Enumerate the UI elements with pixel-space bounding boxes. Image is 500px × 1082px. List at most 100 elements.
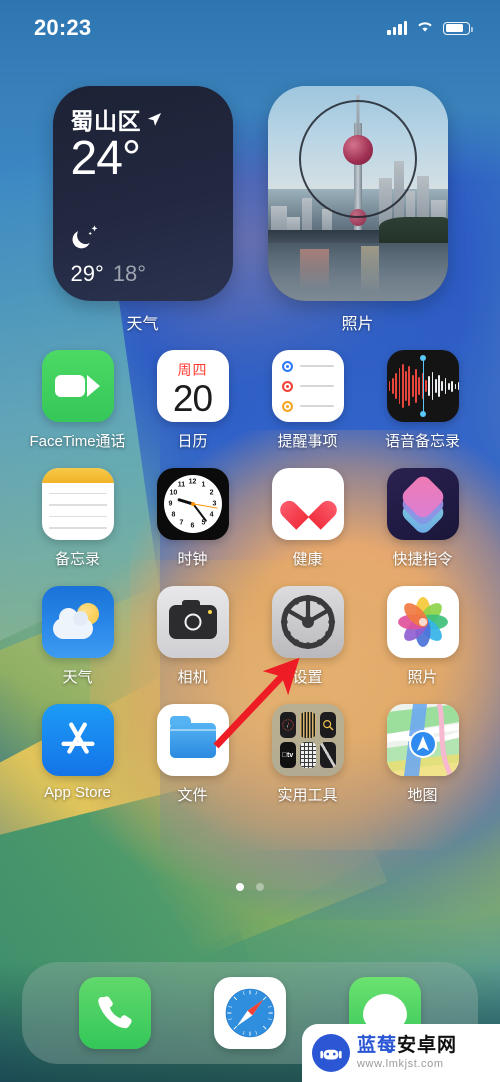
site-watermark: 蓝莓安卓网 www.lmkjst.com (302, 1024, 500, 1082)
stocks-icon (319, 742, 336, 768)
app-grid: FaceTime通话 周四 20 日历 提醒事项 语音备忘录 备忘录 12 1 … (0, 350, 500, 822)
clock-numeral: 2 (209, 489, 214, 497)
clock-numeral: 10 (169, 489, 178, 497)
app-settings[interactable]: 设置 (250, 586, 365, 687)
calendar-icon[interactable]: 周四 20 (156, 350, 229, 422)
app-maps[interactable]: 地图 (365, 704, 480, 805)
app-row: 备忘录 12 1 2 3 4 5 6 7 8 9 10 11 时钟 健康 快捷指令 (0, 468, 500, 569)
weather-widget-box[interactable]: 蜀山区 24° 29° 18° (52, 86, 233, 301)
app-camera[interactable]: 相机 (135, 586, 250, 687)
app-files[interactable]: 文件 (135, 704, 250, 805)
wifi-icon (416, 19, 434, 38)
page-dot-1[interactable] (236, 883, 244, 891)
clock-numeral: 4 (209, 511, 214, 519)
app-label: 实用工具 (277, 787, 338, 804)
battery-icon (443, 21, 473, 35)
location-arrow-icon (147, 112, 162, 127)
app-label: 提醒事项 (277, 433, 338, 450)
app-store-icon[interactable] (41, 704, 114, 776)
photo-circle-overlay (298, 100, 417, 219)
apple-tv-icon: tv (279, 742, 296, 768)
magnifier-icon (319, 712, 336, 738)
page-indicator-dots[interactable] (0, 883, 500, 891)
clock-icon[interactable]: 12 1 2 3 4 5 6 7 8 9 10 11 (156, 468, 229, 540)
app-label: 设置 (292, 669, 323, 686)
clock-numeral: 12 (188, 478, 197, 486)
page-dot-2[interactable] (256, 883, 264, 891)
app-app-store[interactable]: App Store (20, 704, 135, 805)
app-label: FaceTime通话 (29, 433, 126, 450)
app-row: 天气 相机 设置 照片 (0, 586, 500, 687)
voice-memos-icon[interactable] (386, 350, 459, 422)
shanghai-skyline-photo (267, 86, 448, 301)
app-facetime[interactable]: FaceTime通话 (20, 350, 135, 451)
weather-widget-label: 天气 (126, 316, 159, 333)
status-indicators (387, 19, 473, 38)
app-label: 文件 (177, 787, 208, 804)
app-health[interactable]: 健康 (250, 468, 365, 569)
app-weather[interactable]: 天气 (20, 586, 135, 687)
watermark-url: www.lmkjst.com (357, 1058, 444, 1070)
cellular-signal-icon (387, 21, 407, 35)
maps-icon[interactable] (386, 704, 459, 776)
clock-numeral: 6 (190, 522, 195, 530)
health-icon[interactable] (271, 468, 344, 540)
compass-icon (279, 712, 296, 738)
app-label: 健康 (292, 551, 323, 568)
photos-widget[interactable]: 照片 (267, 86, 448, 334)
android-robot-icon (312, 1034, 350, 1072)
notes-icon[interactable] (41, 468, 114, 540)
calendar-day-of-week: 周四 (177, 361, 208, 378)
weather-icon[interactable] (41, 586, 114, 658)
widget-row: 蜀山区 24° 29° 18° 天气 照片 (0, 86, 500, 334)
app-label: 日历 (177, 433, 208, 450)
app-label: 语音备忘录 (384, 433, 460, 450)
weather-temperature: 24° (70, 132, 142, 185)
clock-numeral: 9 (168, 500, 173, 508)
facetime-icon[interactable] (41, 350, 114, 422)
voice-memos-icon (299, 712, 316, 738)
weather-high-low: 29° 18° (71, 261, 217, 287)
app-label: 备忘录 (54, 551, 100, 568)
reminders-icon[interactable] (271, 350, 344, 422)
app-photos[interactable]: 照片 (365, 586, 480, 687)
app-voice-memos[interactable]: 语音备忘录 (365, 350, 480, 451)
moon-stars-icon (71, 223, 217, 256)
safari-compass-icon[interactable] (213, 977, 286, 1049)
app-clock[interactable]: 12 1 2 3 4 5 6 7 8 9 10 11 时钟 (135, 468, 250, 569)
app-label: 天气 (62, 669, 93, 686)
app-label: 相机 (177, 669, 208, 686)
clock-numeral: 5 (201, 519, 206, 527)
app-utilities-folder[interactable]: tv 实用工具 (250, 704, 365, 805)
clock-numeral: 11 (177, 481, 186, 489)
weather-high: 29° (70, 261, 104, 286)
shortcuts-icon[interactable] (386, 468, 459, 540)
camera-icon[interactable] (156, 586, 229, 658)
status-bar: 20:23 (0, 0, 500, 56)
app-label: 快捷指令 (392, 551, 453, 568)
settings-gear-icon[interactable] (271, 586, 344, 658)
utilities-folder-icon[interactable]: tv (271, 704, 344, 776)
photos-widget-box[interactable] (267, 86, 448, 301)
app-notes[interactable]: 备忘录 (20, 468, 135, 569)
weather-widget[interactable]: 蜀山区 24° 29° 18° 天气 (52, 86, 233, 334)
phone-icon[interactable] (79, 977, 152, 1049)
clock-numeral: 1 (201, 481, 206, 489)
status-time: 20:23 (34, 15, 92, 40)
weather-low: 18° (112, 261, 147, 286)
photos-widget-label: 照片 (341, 316, 374, 333)
app-label: 时钟 (177, 551, 208, 568)
app-row: FaceTime通话 周四 20 日历 提醒事项 语音备忘录 (0, 350, 500, 451)
files-icon[interactable] (156, 704, 229, 776)
calendar-day-number: 20 (172, 377, 213, 419)
photos-icon[interactable] (386, 586, 459, 658)
app-calendar[interactable]: 周四 20 日历 (135, 350, 250, 451)
weather-city: 蜀山区 (70, 108, 141, 134)
app-shortcuts[interactable]: 快捷指令 (365, 468, 480, 569)
app-label: 地图 (407, 787, 438, 804)
app-reminders[interactable]: 提醒事项 (250, 350, 365, 451)
app-row: App Store 文件 tv 实用工具 (0, 704, 500, 805)
app-label: 照片 (407, 669, 438, 686)
clock-numeral: 7 (179, 519, 184, 527)
clock-numeral: 3 (212, 500, 217, 508)
